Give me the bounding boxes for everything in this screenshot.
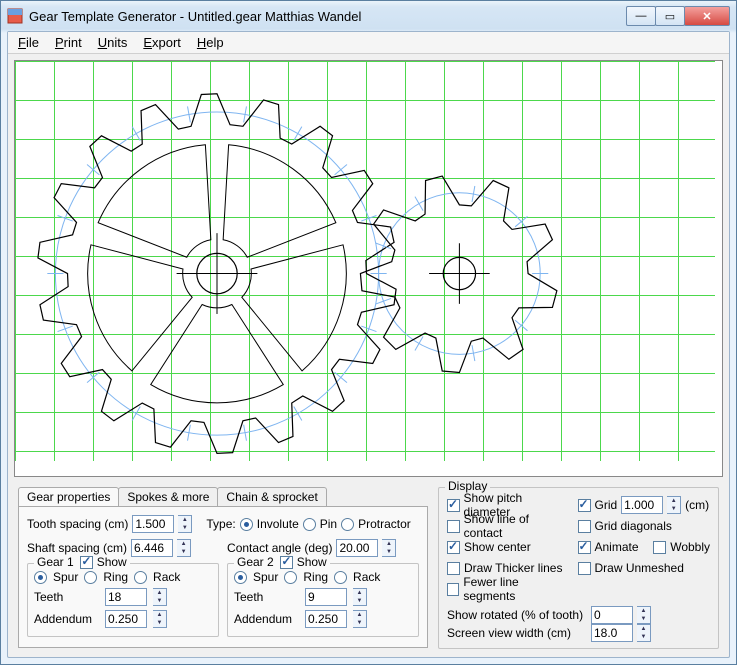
tab-body: Tooth spacing (cm) ▲▼ Type: Involute Pin… [18, 506, 428, 648]
grid-size-spinner[interactable]: ▲▼ [667, 496, 681, 514]
minimize-button[interactable]: — [626, 6, 656, 26]
gear2-teeth-input[interactable] [305, 588, 347, 606]
gear2-addendum-input[interactable] [305, 610, 347, 628]
tab-gear-properties[interactable]: Gear properties [18, 487, 119, 506]
contact-angle-label: Contact angle (deg) [227, 541, 332, 555]
type-protractor-radio[interactable] [341, 518, 354, 531]
shaft-spacing-label: Shaft spacing (cm) [27, 541, 127, 555]
type-involute-label: Involute [257, 517, 299, 531]
gear1-addendum-input[interactable] [105, 610, 147, 628]
titlebar: Gear Template Generator - Untitled.gear … [1, 1, 736, 31]
show-rotated-input[interactable] [591, 606, 633, 624]
contact-angle-input[interactable] [336, 539, 378, 557]
menu-units[interactable]: Units [98, 35, 128, 50]
gear-drawing [15, 61, 722, 476]
menubar: File Print Units Export Help [8, 32, 729, 54]
shaft-spacing-input[interactable] [131, 539, 173, 557]
gear2-ring-radio[interactable] [284, 571, 297, 584]
type-pin-radio[interactable] [303, 518, 316, 531]
app-window: Gear Template Generator - Untitled.gear … [0, 0, 737, 665]
chk-show-center[interactable] [447, 541, 460, 554]
gear1-teeth-spinner[interactable]: ▲▼ [153, 588, 167, 606]
gear1-show-check[interactable] [80, 556, 93, 569]
tooth-spacing-label: Tooth spacing (cm) [27, 517, 128, 531]
gear2-spur-radio[interactable] [234, 571, 247, 584]
gear1-rack-radio[interactable] [134, 571, 147, 584]
gear1-group: Gear 1 Show Spur Ring Rack Teeth ▲▼ Adde… [27, 563, 219, 637]
chk-line-contact[interactable] [447, 520, 460, 533]
chk-grid-diag[interactable] [578, 520, 591, 533]
chk-show-pitch[interactable] [447, 499, 460, 512]
view-width-input[interactable] [591, 624, 633, 642]
menu-print[interactable]: Print [55, 35, 82, 50]
gear1-addendum-spinner[interactable]: ▲▼ [153, 610, 167, 628]
shaft-spacing-spinner[interactable]: ▲▼ [177, 539, 191, 557]
gear1-teeth-input[interactable] [105, 588, 147, 606]
tab-chain[interactable]: Chain & sprocket [217, 487, 326, 506]
gear1-spur-radio[interactable] [34, 571, 47, 584]
display-panel: Display Show pitch diameter Show line of… [438, 487, 719, 649]
close-button[interactable]: ✕ [684, 6, 730, 26]
gear2-show-check[interactable] [280, 556, 293, 569]
tooth-spacing-spinner[interactable]: ▲▼ [178, 515, 192, 533]
chk-fewer[interactable] [447, 583, 459, 596]
window-title: Gear Template Generator - Untitled.gear … [29, 9, 361, 24]
maximize-button[interactable]: ▭ [655, 6, 685, 26]
type-pin-label: Pin [320, 517, 337, 531]
menu-help[interactable]: Help [197, 35, 224, 50]
chk-thicker[interactable] [447, 562, 460, 575]
show-rotated-spinner[interactable]: ▲▼ [637, 606, 651, 624]
gear2-group: Gear 2 Show Spur Ring Rack Teeth ▲▼ Adde… [227, 563, 419, 637]
chk-wobbly[interactable] [653, 541, 666, 554]
chk-grid[interactable] [578, 499, 591, 512]
type-label: Type: [206, 517, 235, 531]
tab-spokes[interactable]: Spokes & more [118, 487, 218, 506]
view-width-spinner[interactable]: ▲▼ [637, 624, 651, 642]
app-icon [7, 8, 23, 24]
type-involute-radio[interactable] [240, 518, 253, 531]
contact-angle-spinner[interactable]: ▲▼ [382, 539, 396, 557]
type-protractor-label: Protractor [358, 517, 411, 531]
grid-size-input[interactable] [621, 496, 663, 514]
gear2-teeth-spinner[interactable]: ▲▼ [353, 588, 367, 606]
chk-animate[interactable] [578, 541, 591, 554]
chk-unmeshed[interactable] [578, 562, 591, 575]
menu-export[interactable]: Export [143, 35, 181, 50]
gear-canvas[interactable] [14, 60, 723, 477]
menu-file[interactable]: File [18, 35, 39, 50]
gear2-rack-radio[interactable] [334, 571, 347, 584]
tooth-spacing-input[interactable] [132, 515, 174, 533]
gear1-ring-radio[interactable] [84, 571, 97, 584]
gear2-addendum-spinner[interactable]: ▲▼ [353, 610, 367, 628]
